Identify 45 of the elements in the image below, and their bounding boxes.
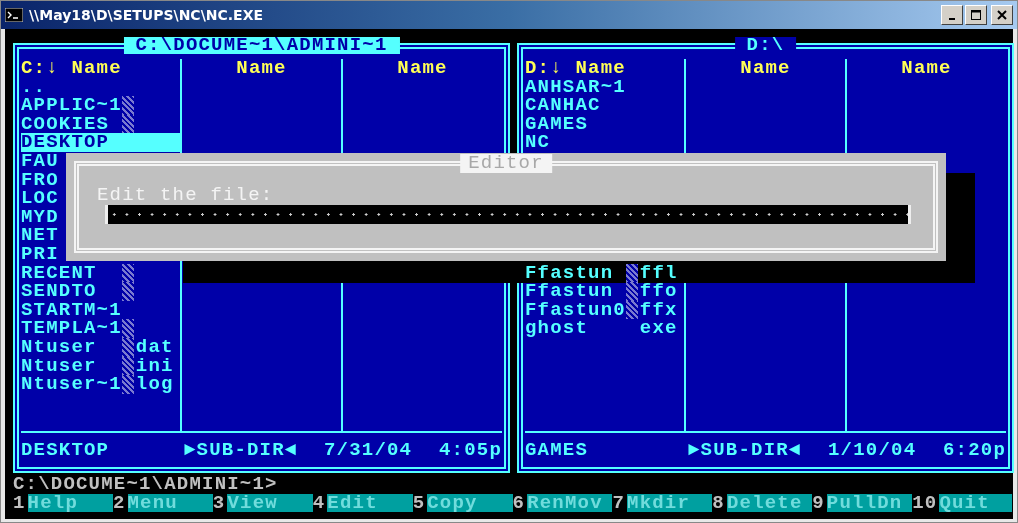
window-title: \\May18\D\SETUPS\NC\NC.EXE <box>29 7 263 23</box>
file-entry[interactable]: DESKTOP <box>21 133 180 152</box>
close-button[interactable] <box>991 5 1013 25</box>
file-entry[interactable]: Ntuser ini <box>21 356 180 376</box>
status-time: 4:05p <box>439 441 502 463</box>
status-time: 6:20p <box>943 441 1007 463</box>
dialog-title: Editor <box>460 154 552 173</box>
column-header: C:↓ Name <box>21 59 122 78</box>
status-date: 1/10/04 <box>828 441 918 463</box>
status-date: 7/31/04 <box>324 441 414 463</box>
file-entry[interactable]: SENDTO <box>21 282 180 301</box>
maximize-icon <box>971 10 981 20</box>
file-entry[interactable]: Ntuser dat <box>21 337 180 357</box>
file-entry[interactable]: ANHSAR~1 <box>525 77 684 97</box>
file-entry[interactable]: Ffastun0 ffx <box>525 300 684 320</box>
file-entry[interactable]: TEMPLA~1 <box>21 319 180 338</box>
minimize-icon <box>949 18 955 20</box>
column-header: Name <box>397 59 448 78</box>
file-entry[interactable]: NC <box>525 133 684 152</box>
column-header: Name <box>901 59 952 78</box>
maximize-button[interactable] <box>965 5 987 25</box>
panel-path: C:\DOCUME~1\ADMINI~1 <box>123 37 400 54</box>
file-entry[interactable]: Ntuser~1 log <box>21 375 180 394</box>
file-entry[interactable]: GAMES <box>525 114 684 134</box>
file-entry[interactable]: COOKIES <box>21 114 180 134</box>
file-name-field[interactable] <box>105 204 911 224</box>
minimize-button[interactable] <box>941 5 963 25</box>
command-prompt: C:\DOCUME~1\ADMINI~1> <box>13 475 279 494</box>
file-entry[interactable]: APPLIC~1 <box>21 96 180 115</box>
status-name: DESKTOP <box>21 441 111 463</box>
column-header: Name <box>740 59 791 78</box>
status-type: ►SUB-DIR◄ <box>688 441 803 463</box>
file-entry[interactable]: RECENT <box>21 263 180 283</box>
status-type: ►SUB-DIR◄ <box>184 441 299 463</box>
file-entry[interactable]: .. <box>21 77 180 97</box>
file-entry[interactable]: ghost exe <box>525 319 684 338</box>
close-icon <box>997 10 1007 20</box>
file-entry[interactable]: Ffastun ffl <box>525 263 684 283</box>
file-entry[interactable]: STARTM~1 <box>21 300 180 320</box>
console-icon <box>5 8 23 22</box>
file-entry[interactable]: Ffastun ffo <box>525 282 684 301</box>
column-header: Name <box>236 59 287 78</box>
file-entry[interactable]: CANHAC <box>525 96 684 115</box>
column-header: D:↓ Name <box>525 59 626 78</box>
status-name: GAMES <box>525 441 590 463</box>
